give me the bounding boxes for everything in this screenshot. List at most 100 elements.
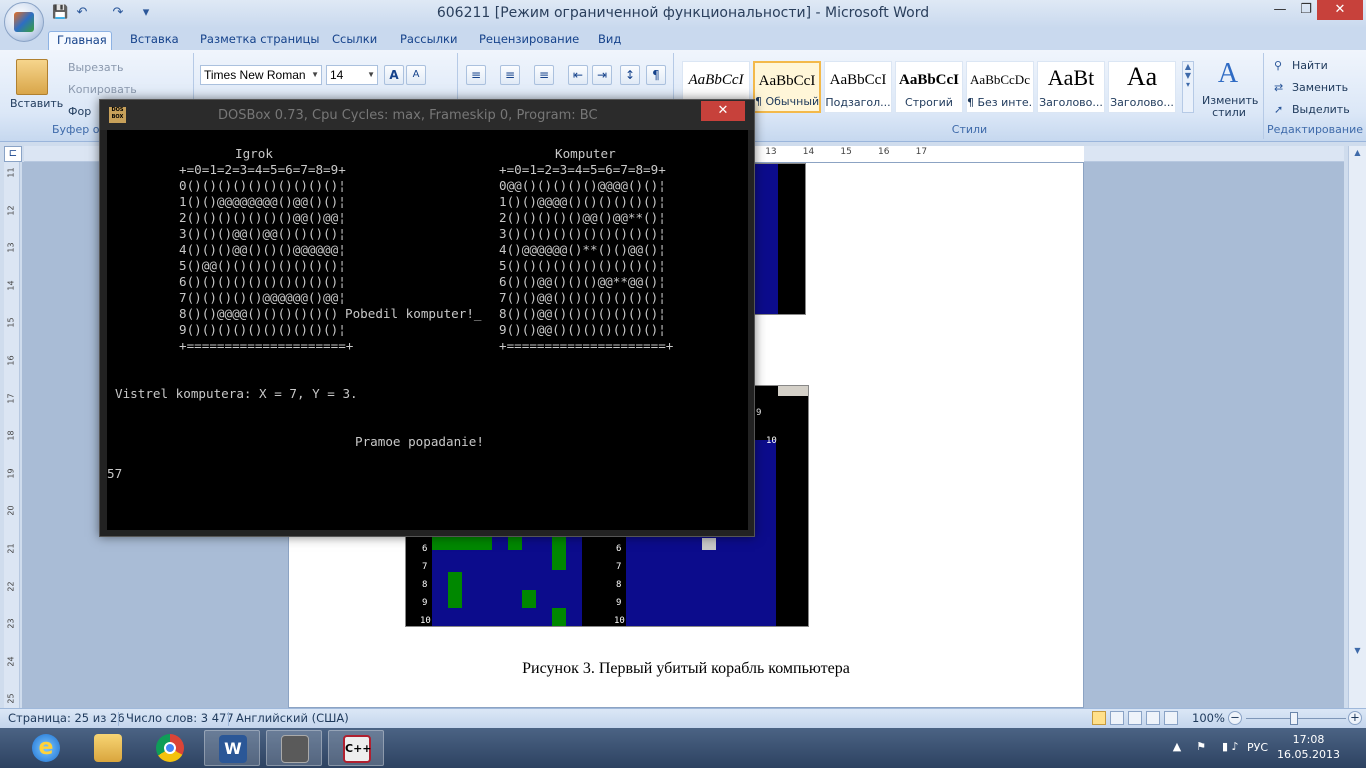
view-buttons[interactable]: [1092, 711, 1178, 726]
zoom-level[interactable]: 100%: [1192, 711, 1225, 725]
full-screen-icon[interactable]: [1110, 711, 1124, 725]
embedded-num: 10: [614, 616, 625, 626]
hit-message: Pramoe popadanie!: [355, 434, 484, 449]
outline-icon[interactable]: [1146, 711, 1160, 725]
clock[interactable]: 17:08 16.05.2013: [1277, 732, 1340, 762]
change-styles-icon[interactable]: A: [1208, 59, 1248, 89]
style-item-heading2[interactable]: Aa Заголово...: [1108, 61, 1176, 113]
page-count[interactable]: Страница: 25 из 26: [8, 711, 125, 725]
taskbar-word[interactable]: W: [204, 730, 260, 766]
igrok-row: 1()()@@@@@@@@()@@()()¦: [179, 194, 346, 209]
input-language[interactable]: РУС: [1247, 741, 1268, 754]
window-title: 606211 [Режим ограниченной функционально…: [436, 5, 930, 21]
language-indicator[interactable]: Английский (США): [236, 711, 349, 725]
tab-view[interactable]: Вид: [590, 31, 629, 50]
change-styles-button[interactable]: Изменить стили: [1202, 95, 1258, 119]
shrink-font-button[interactable]: A: [406, 65, 426, 85]
taskbar-chrome[interactable]: [142, 730, 198, 766]
paste-icon[interactable]: [16, 59, 48, 95]
style-item-normal[interactable]: AaBbCcI ¶ Обычный: [753, 61, 821, 113]
flag-icon[interactable]: ⚑: [1194, 740, 1208, 754]
tab-mailings[interactable]: Рассылки: [392, 31, 465, 50]
paste-button[interactable]: Вставить: [10, 97, 63, 110]
tab-review[interactable]: Рецензирование: [471, 31, 587, 50]
grow-font-button[interactable]: A: [384, 65, 404, 85]
scroll-down-icon[interactable]: ▼: [1351, 646, 1364, 658]
embedded-num: 10: [766, 436, 777, 446]
minimize-button[interactable]: —: [1265, 0, 1295, 20]
tab-page-layout[interactable]: Разметка страницы: [192, 31, 327, 50]
ruler-number: 18: [6, 430, 16, 441]
word-count[interactable]: Число слов: 3 477: [126, 711, 234, 725]
tab-home[interactable]: Главная: [48, 31, 112, 50]
style-item-no-spacing[interactable]: AaBbCcDc ¶ Без инте...: [966, 61, 1034, 113]
format-painter-button[interactable]: Фор: [68, 105, 91, 118]
shot-message: Vistrel komputera: X = 7, Y = 3.: [115, 386, 358, 401]
volume-icon[interactable]: ♪: [1228, 740, 1242, 754]
tab-references[interactable]: Ссылки: [324, 31, 385, 50]
zoom-in-button[interactable]: +: [1348, 711, 1362, 725]
ruler-number: 16: [6, 355, 16, 366]
font-name-value: Times New Roman: [204, 68, 306, 82]
find-button[interactable]: Найти: [1292, 59, 1328, 72]
multilevel-icon[interactable]: ≡: [534, 65, 554, 85]
chevron-down-icon: ▼: [311, 70, 319, 79]
vertical-ruler[interactable]: 11121314151617181920212223242526: [4, 162, 20, 742]
title-bar: 606211 [Режим ограниченной функционально…: [0, 0, 1366, 28]
taskbar-borland[interactable]: C++: [328, 730, 384, 766]
draft-icon[interactable]: [1164, 711, 1178, 725]
zoom-out-button[interactable]: −: [1228, 711, 1242, 725]
save-icon[interactable]: 💾: [52, 5, 68, 21]
bullets-icon[interactable]: ≡: [466, 65, 486, 85]
dos-screen[interactable]: Igrok Komputer +=0=1=2=3=4=5=6=7=8=9+ 0()…: [107, 130, 748, 530]
taskbar-dosbox[interactable]: [266, 730, 322, 766]
ruler-toggle[interactable]: ⊏: [4, 146, 22, 162]
style-item-subtitle[interactable]: AaBbCcI Подзагол...: [824, 61, 892, 113]
igrok-row: 7()()()()()@@@@@@()@@¦: [179, 290, 346, 305]
office-logo-icon: [14, 12, 34, 32]
sort-icon[interactable]: ↕: [620, 65, 640, 85]
redo-icon[interactable]: ↷: [110, 5, 126, 21]
igrok-row: 6()()()()()()()()()()¦: [179, 274, 346, 289]
styles-scroll[interactable]: ▲ ▼ ▾: [1182, 61, 1194, 113]
close-button[interactable]: ✕: [1317, 0, 1363, 20]
replace-button[interactable]: Заменить: [1292, 81, 1348, 94]
numbering-icon[interactable]: ≡: [500, 65, 520, 85]
show-hidden-icons-icon[interactable]: ▲: [1170, 740, 1184, 754]
increase-indent-icon[interactable]: ⇥: [592, 65, 612, 85]
qat-more-icon[interactable]: ▾: [138, 5, 154, 21]
vertical-scrollbar[interactable]: ▲ ▼: [1348, 146, 1366, 708]
komputer-title: Komputer: [555, 146, 616, 161]
print-layout-icon[interactable]: [1092, 711, 1106, 725]
style-sample: Aa: [1126, 62, 1158, 91]
undo-icon[interactable]: ↶: [74, 5, 90, 21]
ruler-number: 21: [6, 543, 16, 554]
taskbar-ie[interactable]: e: [18, 730, 74, 766]
ruler-number: 12: [6, 205, 16, 216]
cut-button[interactable]: Вырезать: [68, 61, 123, 74]
style-item-heading1[interactable]: AaBt Заголово...: [1037, 61, 1105, 113]
style-sample: AaBt: [1047, 65, 1095, 90]
scroll-up-icon[interactable]: ▲: [1351, 148, 1364, 160]
folder-icon: [94, 734, 122, 762]
show-marks-button[interactable]: ¶: [646, 65, 666, 85]
zoom-slider-thumb[interactable]: [1290, 712, 1298, 725]
dosbox-close-button[interactable]: ✕: [701, 101, 745, 121]
copy-button[interactable]: Копировать: [68, 83, 137, 96]
font-name-combo[interactable]: Times New Roman ▼: [200, 65, 322, 85]
embedded-num: 6: [616, 544, 622, 554]
binoculars-icon: ⚲: [1274, 59, 1283, 72]
office-button[interactable]: [4, 2, 44, 42]
style-item-strong[interactable]: AaBbCcI Строгий: [895, 61, 963, 113]
ribbon-tabs: Главная Вставка Разметка страницы Ссылки…: [0, 28, 1366, 50]
decrease-indent-icon[interactable]: ⇤: [568, 65, 588, 85]
web-layout-icon[interactable]: [1128, 711, 1142, 725]
restore-button[interactable]: ❐: [1295, 0, 1317, 20]
borland-cpp-icon: C++: [343, 735, 372, 763]
dosbox-window[interactable]: DOS BOX DOSBox 0.73, Cpu Cycles: max, Fr…: [99, 99, 755, 537]
dosbox-title-bar[interactable]: DOS BOX DOSBox 0.73, Cpu Cycles: max, Fr…: [100, 100, 754, 130]
tab-insert[interactable]: Вставка: [122, 31, 187, 50]
select-button[interactable]: Выделить: [1292, 103, 1350, 116]
taskbar-explorer[interactable]: [80, 730, 136, 766]
font-size-combo[interactable]: 14 ▼: [326, 65, 378, 85]
